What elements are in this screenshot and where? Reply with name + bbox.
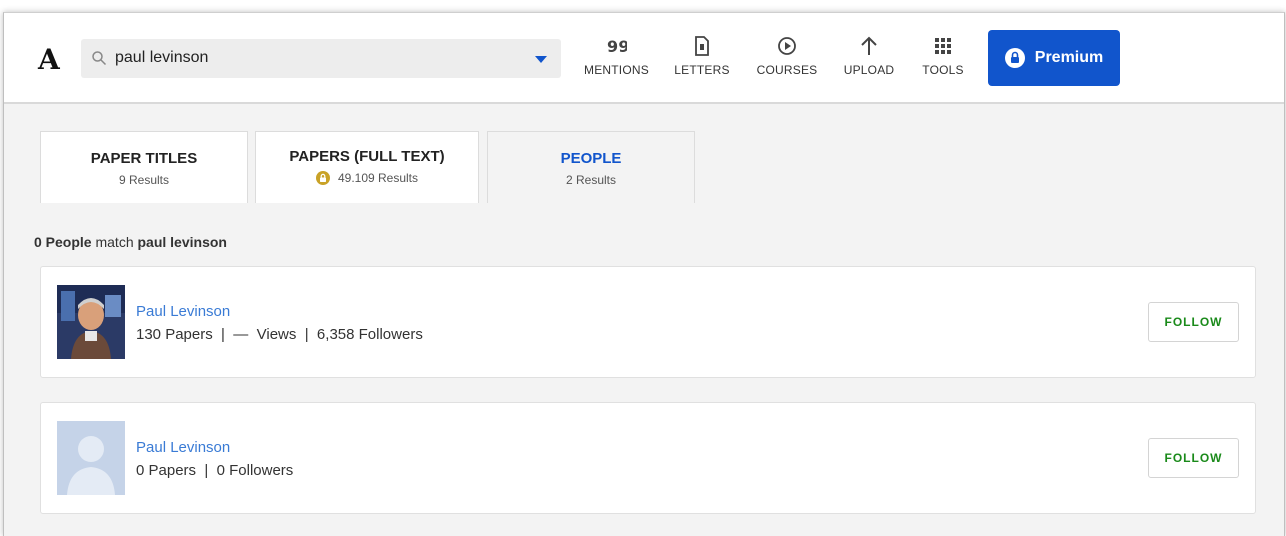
play-circle-icon bbox=[778, 37, 796, 55]
search-bar[interactable] bbox=[81, 39, 561, 78]
nav-upload-label: UPLOAD bbox=[843, 63, 895, 77]
tab-title: PAPER TITLES bbox=[90, 150, 198, 167]
person-card: Paul Levinson 0 Papers | 0 Followers FOL… bbox=[40, 402, 1256, 514]
follow-button[interactable]: FOLLOW bbox=[1148, 438, 1239, 478]
lock-icon bbox=[315, 171, 330, 185]
grid-icon bbox=[935, 38, 951, 54]
nav-courses-label: COURSES bbox=[756, 63, 818, 77]
top-header: A 99 MENTIONS LETTERS bbox=[4, 13, 1284, 104]
premium-button[interactable]: Premium bbox=[988, 30, 1120, 86]
nav-tools[interactable]: TOOLS bbox=[918, 35, 968, 77]
person-name-link[interactable]: Paul Levinson bbox=[136, 439, 230, 456]
tab-count: 9 Results bbox=[118, 173, 170, 187]
search-dropdown-caret-icon[interactable] bbox=[535, 56, 547, 63]
app-frame: A 99 MENTIONS LETTERS bbox=[3, 12, 1285, 536]
profile-photo bbox=[57, 285, 125, 359]
document-icon bbox=[695, 36, 709, 56]
premium-label: Premium bbox=[1034, 49, 1104, 66]
tab-papers-full-text[interactable]: PAPERS (FULL TEXT) 49.109 Results bbox=[255, 131, 479, 203]
nav-letters-label: LETTERS bbox=[674, 63, 730, 77]
results-summary: 0 People match paul levinson bbox=[34, 234, 227, 250]
tab-title: PAPERS (FULL TEXT) bbox=[289, 148, 445, 165]
tab-title: PEOPLE bbox=[560, 150, 622, 167]
tab-count-wrap: 49.109 Results bbox=[256, 171, 478, 185]
person-card: Paul Levinson 130 Papers | — Views | 6,3… bbox=[40, 266, 1256, 378]
tab-count: 49.109 Results bbox=[337, 171, 419, 185]
results-panel: 0 People match paul levinson Paul Levins… bbox=[4, 204, 1284, 536]
results-match-word: match bbox=[95, 234, 134, 250]
quote-icon: 99 bbox=[607, 37, 627, 56]
default-avatar-icon bbox=[57, 421, 125, 495]
site-logo[interactable]: A bbox=[38, 43, 60, 76]
nav-mentions-label: MENTIONS bbox=[584, 63, 649, 77]
search-icon bbox=[92, 51, 107, 66]
tab-paper-titles[interactable]: PAPER TITLES 9 Results bbox=[40, 131, 248, 203]
results-query: paul levinson bbox=[137, 234, 227, 250]
person-stats: 130 Papers | — Views | 6,358 Followers bbox=[136, 326, 423, 343]
avatar[interactable] bbox=[57, 285, 125, 359]
avatar[interactable] bbox=[57, 421, 125, 495]
person-name-link[interactable]: Paul Levinson bbox=[136, 303, 230, 320]
nav-courses[interactable]: COURSES bbox=[756, 35, 818, 77]
lock-icon bbox=[1004, 48, 1025, 68]
results-count: 0 People bbox=[34, 234, 92, 250]
nav-mentions[interactable]: 99 MENTIONS bbox=[584, 35, 649, 77]
svg-text:99: 99 bbox=[607, 37, 627, 56]
nav-tools-label: TOOLS bbox=[922, 63, 964, 77]
nav-letters[interactable]: LETTERS bbox=[672, 35, 732, 77]
follow-button[interactable]: FOLLOW bbox=[1148, 302, 1239, 342]
tab-count: 2 Results bbox=[565, 173, 617, 187]
tab-people[interactable]: PEOPLE 2 Results bbox=[487, 131, 695, 203]
person-stats: 0 Papers | 0 Followers bbox=[136, 462, 294, 479]
nav-upload[interactable]: UPLOAD bbox=[840, 35, 898, 77]
arrow-up-icon bbox=[861, 36, 877, 55]
search-input[interactable] bbox=[115, 46, 515, 70]
